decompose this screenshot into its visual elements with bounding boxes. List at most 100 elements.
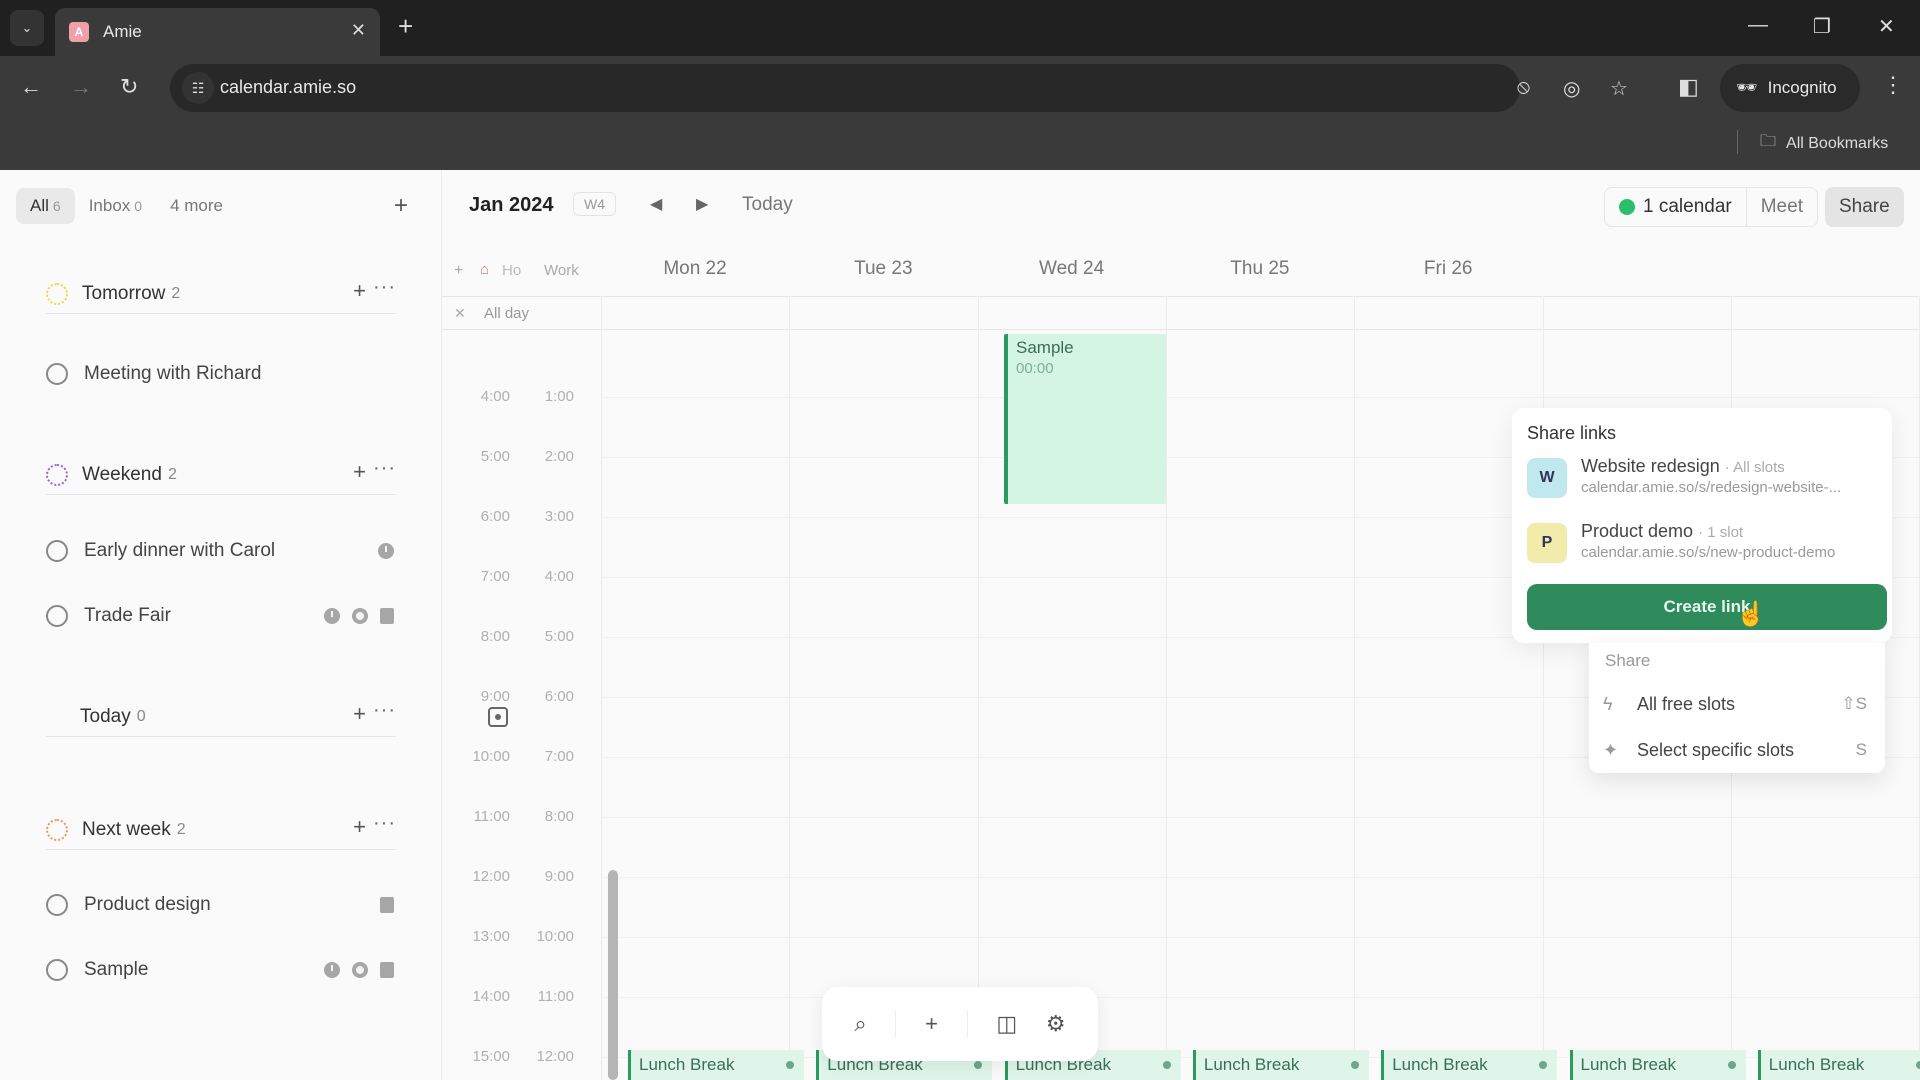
- hour-gridline: [601, 817, 1920, 818]
- task-item[interactable]: Meeting with Richard: [46, 359, 396, 389]
- add-task-icon[interactable]: +: [353, 459, 366, 485]
- lunch-break-event[interactable]: Lunch Break: [1381, 1050, 1558, 1080]
- more-icon[interactable]: ···: [373, 457, 396, 480]
- task-label: Sample: [84, 959, 149, 980]
- sidebar-tab-all[interactable]: All 6: [16, 188, 75, 224]
- dotted-circle-icon: [46, 463, 68, 486]
- task-item[interactable]: Sample: [46, 955, 396, 985]
- reload-icon[interactable]: ↻: [120, 74, 138, 100]
- day-header[interactable]: Fri 26: [1354, 258, 1542, 280]
- calendar-event[interactable]: Sample 00:00: [1004, 334, 1166, 504]
- group-header[interactable]: Today 0 + ···: [46, 697, 508, 737]
- task-checkbox[interactable]: [46, 894, 68, 916]
- task-checkbox[interactable]: [46, 363, 68, 385]
- time-label-secondary: 3:00: [544, 508, 574, 525]
- prev-week-icon[interactable]: ◀: [650, 194, 662, 214]
- all-bookmarks-button[interactable]: 🗀 All Bookmarks: [1760, 130, 1888, 157]
- new-tab-icon[interactable]: +: [398, 12, 413, 40]
- collapse-icon[interactable]: ✕: [454, 305, 466, 322]
- timezone-work-label[interactable]: Work: [544, 262, 579, 279]
- next-week-icon[interactable]: ▶: [696, 194, 708, 214]
- back-icon[interactable]: ←: [20, 74, 42, 100]
- menu-item-select-specific-slots[interactable]: ✦ Select specific slots S: [1603, 735, 1873, 765]
- task-checkbox[interactable]: [46, 959, 68, 981]
- lunch-break-event[interactable]: Lunch Break: [628, 1050, 804, 1080]
- calendars-label: 1 calendar: [1643, 196, 1732, 217]
- eye-off-icon[interactable]: ◎: [1563, 76, 1580, 101]
- group-header[interactable]: Weekend 2 + ···: [46, 455, 396, 495]
- tab-search-button[interactable]: ⌄: [10, 10, 44, 46]
- sidebar-tabs: All 6 Inbox 0 4 more: [16, 188, 237, 224]
- share-link-item[interactable]: W Website redesign · All slots calendar.…: [1527, 454, 1887, 502]
- shortcut-hint: ⇧S: [1841, 694, 1867, 713]
- settings-gear-icon[interactable]: ⚙: [1046, 1011, 1066, 1037]
- day-header[interactable]: Mon 22: [601, 258, 789, 280]
- task-item[interactable]: Product design: [46, 890, 396, 920]
- event-status-dot: [786, 1061, 794, 1069]
- add-task-icon[interactable]: +: [353, 701, 366, 727]
- more-icon[interactable]: ···: [373, 812, 396, 835]
- task-checkbox[interactable]: [46, 540, 68, 562]
- time-label-secondary: 4:00: [544, 568, 574, 585]
- add-task-icon[interactable]: +: [353, 278, 366, 304]
- meet-button[interactable]: Meet: [1747, 196, 1817, 218]
- sidebar-toggle-icon[interactable]: ◫: [996, 1011, 1017, 1037]
- task-checkbox[interactable]: [46, 605, 68, 627]
- task-item[interactable]: Trade Fair: [46, 601, 396, 631]
- forward-icon[interactable]: →: [70, 74, 92, 100]
- search-icon[interactable]: ⌕: [854, 1011, 866, 1037]
- menu-item-all-free-slots[interactable]: ϟ All free slots ⇧S: [1603, 689, 1873, 719]
- more-icon[interactable]: ···: [373, 699, 396, 722]
- url-text[interactable]: calendar.amie.so: [220, 77, 356, 98]
- add-task-icon[interactable]: +: [353, 814, 366, 840]
- day-header[interactable]: Tue 23: [789, 258, 977, 280]
- close-tab-icon[interactable]: ✕: [351, 20, 366, 41]
- group-header[interactable]: Tomorrow 2 + ···: [46, 274, 396, 314]
- browser-chrome: ⌄ A Amie ✕ + — ❐ ✕ ← → ↻ ☷ calendar.amie…: [0, 0, 1920, 170]
- task-item[interactable]: Early dinner with Carol: [46, 536, 396, 566]
- lunch-break-event[interactable]: Lunch Break: [1569, 1050, 1746, 1080]
- calendars-button[interactable]: 1 calendar: [1605, 188, 1747, 226]
- timezone-home-label[interactable]: Ho: [502, 262, 521, 279]
- hour-gridline: [601, 877, 1920, 878]
- scrollbar-thumb[interactable]: [608, 870, 618, 1080]
- event-status-dot: [1162, 1061, 1171, 1069]
- today-button[interactable]: Today: [742, 194, 793, 216]
- lunch-break-event[interactable]: Lunch Break: [1192, 1050, 1369, 1080]
- browser-tab[interactable]: A Amie ✕: [55, 8, 380, 56]
- day-column-divider: [601, 296, 602, 1080]
- site-settings-icon[interactable]: ☷: [182, 72, 214, 104]
- share-button[interactable]: Share: [1825, 187, 1904, 227]
- day-header[interactable]: Thu 25: [1166, 258, 1354, 280]
- browser-menu-icon[interactable]: ⋮: [1882, 72, 1904, 98]
- side-panel-icon[interactable]: ◧: [1678, 74, 1699, 100]
- link-meta: · 1 slot: [1698, 524, 1744, 541]
- hand-cursor-icon: ☝: [1736, 601, 1766, 628]
- bottom-toolbar: ⌕ + ◫ ⚙: [822, 987, 1098, 1061]
- bookmark-star-icon[interactable]: ☆: [1610, 76, 1628, 101]
- more-icon[interactable]: ···: [373, 276, 396, 299]
- add-icon[interactable]: +: [925, 1011, 938, 1037]
- event-title: Lunch Break: [1392, 1055, 1488, 1074]
- day-header[interactable]: Wed 24: [978, 258, 1166, 280]
- tracking-off-icon[interactable]: ⦸: [1517, 76, 1530, 99]
- lunch-break-event[interactable]: Lunch Break: [1757, 1050, 1920, 1080]
- event-status-dot: [1915, 1061, 1920, 1069]
- time-label-secondary: 9:00: [544, 868, 574, 885]
- tab-strip: ⌄ A Amie ✕ + — ❐ ✕: [0, 0, 1920, 56]
- restore-icon[interactable]: ❐: [1813, 14, 1831, 39]
- add-timezone-icon[interactable]: +: [454, 262, 463, 280]
- create-link-button[interactable]: Create link: [1527, 584, 1887, 630]
- sidebar-tab-more[interactable]: 4 more: [156, 188, 237, 224]
- add-list-icon[interactable]: +: [394, 192, 408, 220]
- group-header[interactable]: Next week 2 + ···: [46, 810, 396, 850]
- sidebar-tab-inbox[interactable]: Inbox 0: [75, 188, 156, 224]
- minimize-icon[interactable]: —: [1748, 14, 1768, 37]
- address-bar[interactable]: ☷ calendar.amie.so ⦸ ◎ ☆: [170, 64, 1628, 112]
- close-window-icon[interactable]: ✕: [1878, 14, 1895, 39]
- event-title: Lunch Break: [1203, 1055, 1300, 1074]
- time-label-primary: 12:00: [472, 868, 510, 885]
- share-link-item[interactable]: P Product demo · 1 slot calendar.amie.so…: [1527, 519, 1887, 567]
- clock-icon: [324, 962, 340, 978]
- incognito-badge[interactable]: 🕶 Incognito: [1720, 64, 1860, 112]
